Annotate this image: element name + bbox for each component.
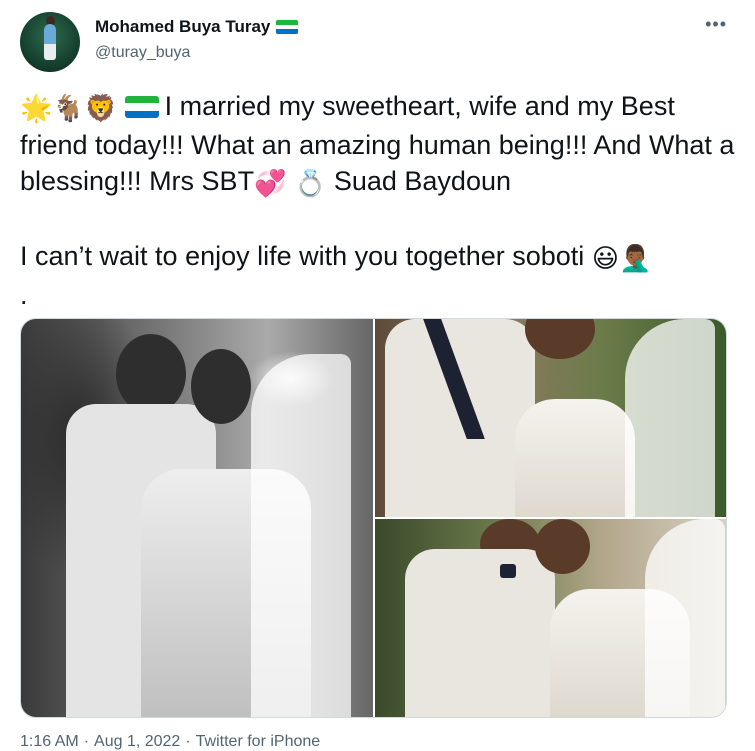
sierra-leone-flag-icon xyxy=(276,20,299,34)
groom-suit-bowtie xyxy=(405,549,555,717)
bride-dress-closeup xyxy=(515,399,635,517)
tweet-line-2-text: I can’t wait to enjoy life with you toge… xyxy=(20,241,585,271)
bride-veil-bw xyxy=(251,354,351,717)
ring-emoji-icon: 💍 xyxy=(293,169,327,199)
wedding-photo-black-white[interactable] xyxy=(21,319,373,717)
bride-head-bowtie xyxy=(535,519,590,574)
tweet-paragraph-3: . xyxy=(20,280,28,310)
media-grid xyxy=(20,318,727,718)
author-name-row[interactable]: Mohamed Buya Turay xyxy=(95,15,299,39)
meta-separator: · xyxy=(185,733,191,750)
tweet-paragraph-2: I can’t wait to enjoy life with you toge… xyxy=(20,238,735,277)
meta-separator: · xyxy=(83,733,90,750)
tweet-line-1-tail: Suad Baydoun xyxy=(333,166,511,196)
bride-veil-bowtie xyxy=(645,519,725,717)
smile-emoji-icon: 😃 xyxy=(591,244,619,274)
revolving-hearts-emoji-icon: 💞 xyxy=(254,169,287,199)
tweet-metadata: 1:16 AM · Aug 1, 2022 · Twitter for iPhone xyxy=(20,733,320,751)
star-emoji-icon: 🌟 xyxy=(20,94,53,124)
wedding-photo-kiss-closeup[interactable] xyxy=(375,319,726,517)
bride-head-bw xyxy=(191,349,251,424)
tweet-paragraph-1: 🌟🐐🦁 I married my sweetheart, wife and my… xyxy=(20,88,735,202)
facepalm-emoji-icon: 🤦🏾‍♂️ xyxy=(618,244,652,274)
avatar-figure-body xyxy=(44,24,56,60)
wedding-photo-kiss-bowtie[interactable] xyxy=(375,519,726,717)
tweet-text: 🌟🐐🦁 I married my sweetheart, wife and my… xyxy=(20,88,735,313)
more-horizontal-icon[interactable]: ••• xyxy=(705,14,727,35)
sierra-leone-flag-emoji-icon xyxy=(124,96,159,118)
bowtie xyxy=(500,564,516,578)
tweet-source[interactable]: Twitter for iPhone xyxy=(196,733,321,750)
author-handle[interactable]: @turay_buya xyxy=(95,44,190,62)
tweet-time[interactable]: 1:16 AM xyxy=(20,733,79,750)
groom-head-bw xyxy=(116,334,186,414)
lion-emoji-icon: 🦁 xyxy=(84,94,118,124)
tweet-date[interactable]: Aug 1, 2022 xyxy=(94,733,180,750)
bride-veil-closeup xyxy=(625,319,715,517)
bride-face-closeup xyxy=(525,319,595,359)
avatar[interactable] xyxy=(20,12,80,72)
author-display-name[interactable]: Mohamed Buya Turay xyxy=(95,17,270,37)
goat-emoji-icon: 🐐 xyxy=(52,94,85,124)
